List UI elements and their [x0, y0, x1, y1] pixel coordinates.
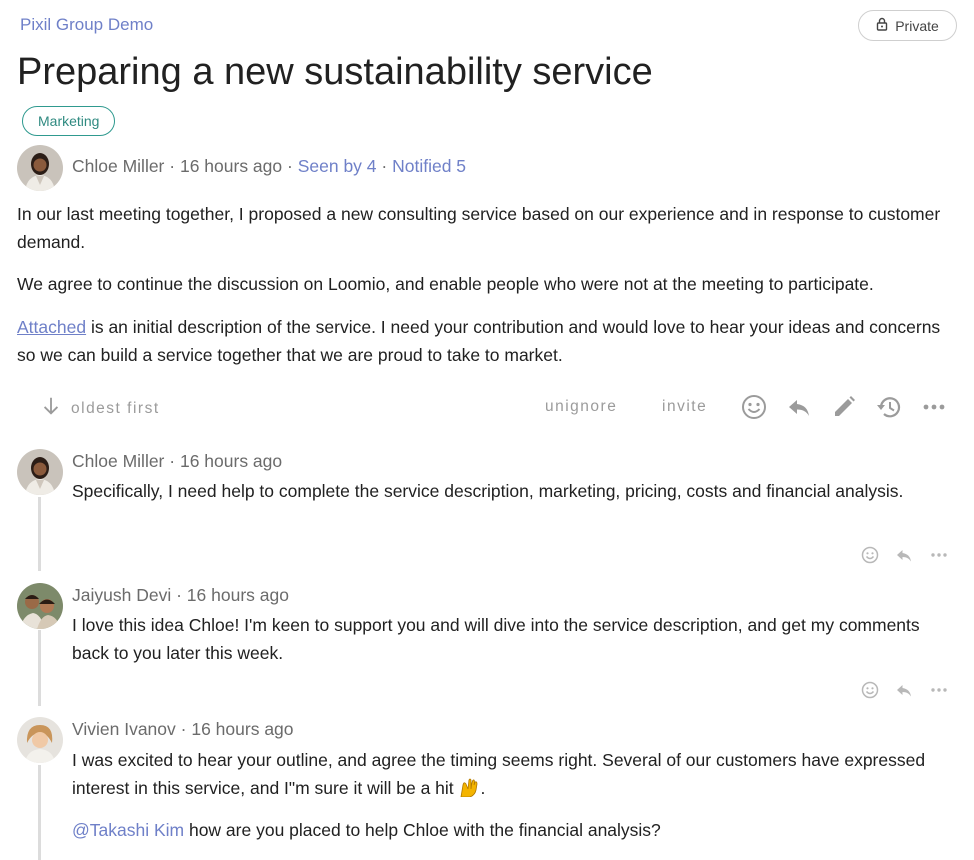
separator: ·: [287, 156, 293, 176]
more-icon[interactable]: [929, 545, 949, 565]
discussion-actions: oldest first unignore invite: [0, 390, 974, 426]
avatar[interactable]: [17, 717, 63, 763]
comment-meta: Jaiyush Devi · 16 hours ago: [72, 585, 289, 606]
separator: ·: [381, 156, 388, 176]
comment-text-rest: how are you placed to help Chloe with th…: [184, 820, 661, 840]
thread-line: [38, 630, 41, 706]
comment-text: I was excited to hear your outline, and …: [72, 746, 932, 802]
author-name[interactable]: Vivien Ivanov: [72, 719, 176, 739]
reply-icon[interactable]: [894, 680, 914, 700]
emoji-icon[interactable]: [740, 393, 768, 421]
author-name[interactable]: Jaiyush Devi: [72, 585, 171, 605]
comment-actions: [858, 545, 958, 565]
discussion-paragraph: Attached is an initial description of th…: [17, 313, 947, 369]
separator: ·: [169, 451, 176, 471]
page-title: Preparing a new sustainability service: [17, 51, 653, 93]
reply-icon[interactable]: [894, 545, 914, 565]
tag-chip[interactable]: Marketing: [22, 106, 116, 136]
more-icon[interactable]: [920, 393, 948, 421]
comment-meta: Vivien Ivanov · 16 hours ago: [72, 719, 294, 740]
timestamp[interactable]: 16 hours ago: [191, 719, 293, 739]
separator: ·: [176, 585, 182, 605]
history-icon[interactable]: [875, 393, 903, 421]
thread-line: [38, 765, 41, 860]
unignore-button[interactable]: unignore: [545, 398, 617, 416]
sort-label: oldest first: [71, 399, 160, 417]
discussion-paragraph: We agree to continue the discussion on L…: [17, 274, 874, 294]
edit-icon[interactable]: [830, 393, 858, 421]
notified-link[interactable]: Notified 5: [392, 156, 466, 176]
avatar[interactable]: [17, 583, 63, 629]
author-name[interactable]: Chloe Miller: [72, 156, 164, 176]
comment-meta: Chloe Miller · 16 hours ago: [72, 451, 282, 472]
privacy-label: Private: [895, 17, 939, 34]
lock-icon: [876, 17, 888, 34]
group-link[interactable]: Pixil Group Demo: [20, 15, 153, 35]
mention-link[interactable]: @Takashi Kim: [72, 820, 184, 840]
seen-by-link[interactable]: Seen by 4: [298, 156, 377, 176]
attachment-link[interactable]: Attached: [17, 317, 86, 337]
avatar[interactable]: [17, 449, 63, 495]
comment-actions: [858, 680, 958, 700]
timestamp[interactable]: 16 hours ago: [187, 585, 289, 605]
avatar[interactable]: [17, 145, 63, 191]
timestamp[interactable]: 16 hours ago: [180, 156, 282, 176]
emoji-icon[interactable]: [860, 545, 880, 565]
thread-line: [38, 497, 41, 571]
privacy-chip[interactable]: Private: [858, 10, 957, 41]
sort-button[interactable]: oldest first: [40, 395, 160, 422]
separator: ·: [180, 719, 187, 739]
comment-text: @Takashi Kim how are you placed to help …: [72, 816, 932, 844]
comment-text: I love this idea Chloe! I'm keen to supp…: [72, 615, 920, 663]
discussion-meta: Chloe Miller · 16 hours ago · Seen by 4 …: [72, 156, 466, 177]
more-icon[interactable]: [929, 680, 949, 700]
arrow-down-icon: [40, 395, 62, 422]
comment-text: Specifically, I need help to complete th…: [72, 481, 904, 501]
timestamp[interactable]: 16 hours ago: [180, 451, 282, 471]
emoji-icon[interactable]: [860, 680, 880, 700]
separator: ·: [169, 156, 176, 176]
reply-icon[interactable]: [785, 393, 813, 421]
comment-text-end: .: [480, 778, 486, 798]
discussion-paragraph: In our last meeting together, I proposed…: [17, 204, 941, 252]
paragraph-text: is an initial description of the service…: [17, 317, 941, 365]
invite-button[interactable]: invite: [662, 398, 707, 416]
comment-text-main: I was excited to hear your outline, and …: [72, 750, 926, 798]
raised-hands-emoji-icon: [459, 777, 481, 798]
author-name[interactable]: Chloe Miller: [72, 451, 164, 471]
